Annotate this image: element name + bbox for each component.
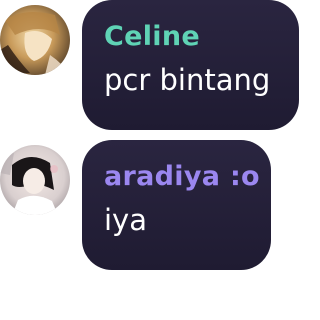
sender-name[interactable]: Celine <box>104 20 277 54</box>
avatar[interactable] <box>0 145 70 215</box>
message-text: pcr bintang <box>104 63 271 97</box>
user-avatar-photo-icon <box>0 5 70 75</box>
message-bubble: Celine pcr bintang <box>82 0 299 130</box>
sender-name[interactable]: aradiya :o <box>104 160 260 194</box>
chat-message: Celine pcr bintang <box>0 0 299 135</box>
chat-message: aradiya :o iya <box>0 140 299 275</box>
message-bubble: aradiya :o iya <box>82 140 271 270</box>
user-avatar-photo-icon <box>0 145 70 215</box>
message-text: iya <box>104 203 147 237</box>
avatar[interactable] <box>0 5 70 75</box>
